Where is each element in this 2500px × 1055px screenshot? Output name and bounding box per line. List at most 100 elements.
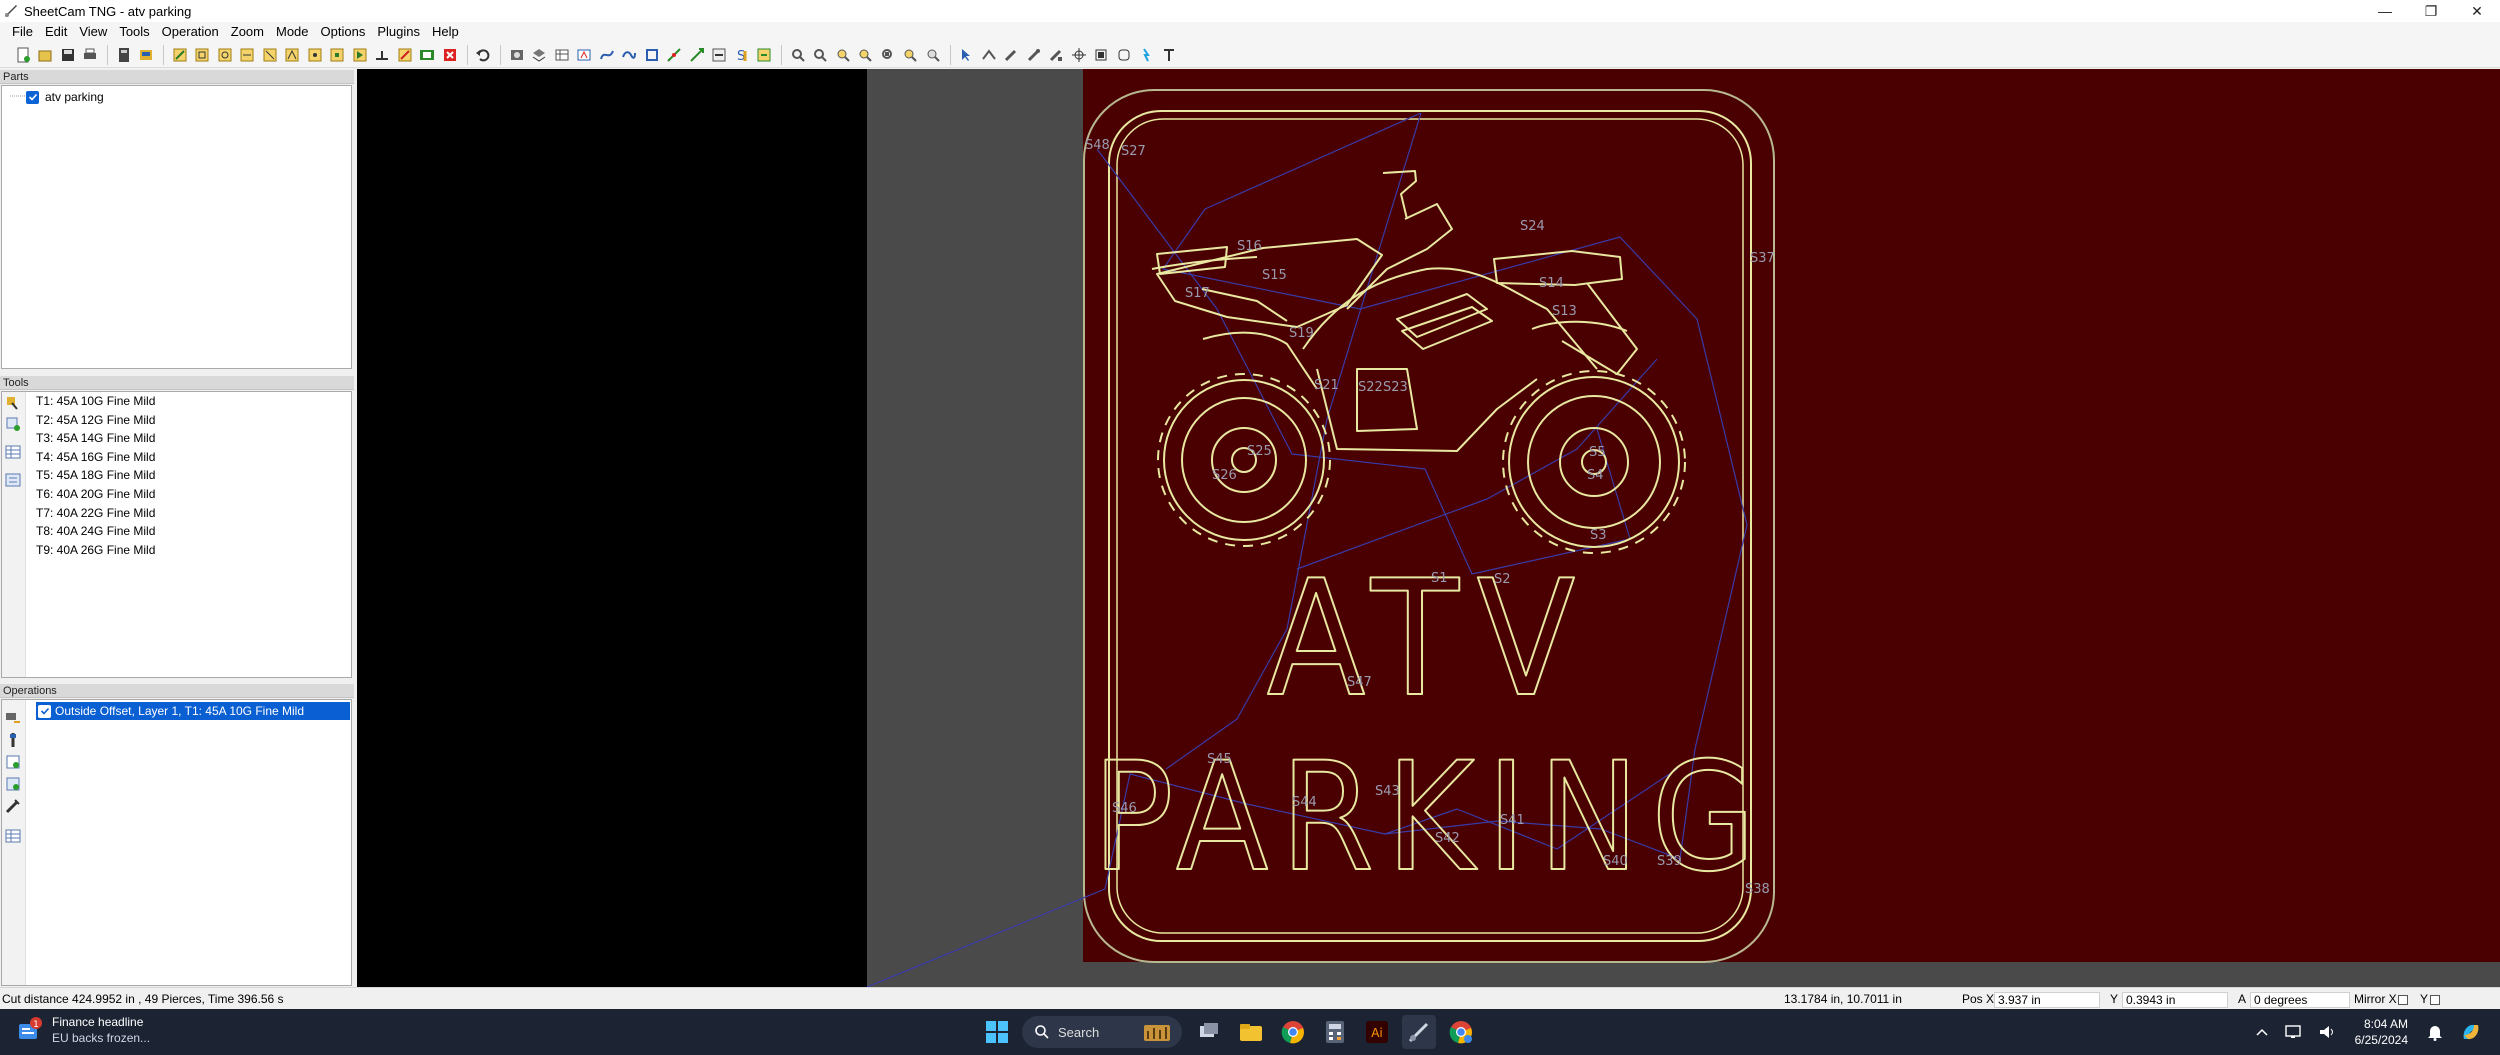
op-outside-side-icon[interactable] [5, 776, 21, 792]
op-delete-icon[interactable] [439, 44, 460, 65]
cad-viewport[interactable]: ATV PARKING S48 S27 S16 S15 S17 S19 S24 … [357, 69, 2500, 987]
news-widget[interactable]: 1 Finance headline EU backs frozen... [16, 1014, 150, 1046]
sheetcam-taskbar-icon[interactable] [1402, 1015, 1436, 1049]
op-tab-icon[interactable] [327, 44, 348, 65]
menu-edit[interactable]: Edit [39, 22, 73, 42]
pos-y-field[interactable]: 0.3943 in [2122, 991, 2228, 1008]
tool-item[interactable]: T3: 45A 14G Fine Mild [36, 429, 155, 447]
menu-mode[interactable]: Mode [270, 22, 315, 42]
zoom-part-icon[interactable] [855, 44, 876, 65]
measure-icon[interactable] [709, 44, 730, 65]
minimize-icon[interactable]: — [2362, 0, 2408, 22]
plasma-icon[interactable] [1136, 44, 1157, 65]
copilot-icon[interactable] [2456, 1015, 2486, 1049]
part-checkbox[interactable] [26, 90, 39, 104]
calculator-app-icon[interactable] [1318, 1015, 1352, 1049]
zoom-window-icon[interactable] [877, 44, 898, 65]
op-table-side-icon[interactable] [5, 828, 21, 844]
tool-item[interactable]: T4: 45A 16G Fine Mild [36, 448, 155, 466]
close-icon[interactable]: ✕ [2454, 0, 2500, 22]
crosshair-icon[interactable] [1068, 44, 1089, 65]
table-icon[interactable] [551, 44, 572, 65]
menu-plugins[interactable]: Plugins [371, 22, 426, 42]
op-pocket-icon[interactable] [237, 44, 258, 65]
op-add-icon[interactable] [5, 710, 21, 726]
shape-icon[interactable] [574, 44, 595, 65]
operation-checkbox[interactable] [38, 704, 51, 718]
op-inside-side-icon[interactable] [5, 754, 21, 770]
path-icon[interactable] [596, 44, 617, 65]
angle-field[interactable]: 0 degrees [2250, 991, 2350, 1008]
lead-in-icon[interactable] [664, 44, 685, 65]
file-explorer-icon[interactable] [1234, 1015, 1268, 1049]
offset-icon[interactable] [641, 44, 662, 65]
start-button[interactable] [980, 1015, 1014, 1049]
op-order-icon[interactable] [417, 44, 438, 65]
op-engrave-icon[interactable] [259, 44, 280, 65]
move-tool-icon[interactable] [978, 44, 999, 65]
operation-item-selected[interactable]: Outside Offset, Layer 1, T1: 45A 10G Fin… [36, 702, 350, 720]
op-outside-icon[interactable] [192, 44, 213, 65]
zoom-all-icon[interactable] [922, 44, 943, 65]
op-tool-side-icon[interactable] [5, 798, 21, 814]
pos-x-field[interactable]: 3.937 in [1994, 991, 2100, 1008]
restore-icon[interactable]: ❐ [2408, 0, 2454, 22]
task-view-icon[interactable] [1192, 1015, 1226, 1049]
calculator-icon[interactable] [113, 44, 134, 65]
zoom-in-icon[interactable] [787, 44, 808, 65]
taskbar-search[interactable]: Search [1022, 1016, 1182, 1048]
frame-icon[interactable] [1091, 44, 1112, 65]
mirror-x-checkbox[interactable] [2398, 994, 2408, 1005]
open-file-icon[interactable] [35, 44, 56, 65]
post-process-icon[interactable] [136, 44, 157, 65]
tool-item[interactable]: T2: 45A 12G Fine Mild [36, 411, 155, 429]
node-edit-icon[interactable] [1113, 44, 1134, 65]
zoom-table-icon[interactable] [900, 44, 921, 65]
nest-icon[interactable] [506, 44, 527, 65]
tool-item[interactable]: T7: 40A 22G Fine Mild [36, 504, 155, 522]
part-item-atv-parking[interactable]: atv parking [26, 89, 104, 105]
op-inside-icon[interactable] [214, 44, 235, 65]
menu-file[interactable]: File [6, 22, 39, 42]
undo-icon[interactable] [473, 44, 494, 65]
menu-view[interactable]: View [73, 22, 113, 42]
op-profile-icon[interactable] [282, 44, 303, 65]
select-cursor-icon[interactable] [956, 44, 977, 65]
op-drill-side-icon[interactable] [5, 732, 21, 748]
scale-tool-icon[interactable] [1046, 44, 1067, 65]
op-lead-icon[interactable] [372, 44, 393, 65]
tool-item[interactable]: T5: 45A 18G Fine Mild [36, 466, 155, 484]
menu-operation[interactable]: Operation [156, 22, 225, 42]
text-tool-icon[interactable] [1158, 44, 1179, 65]
op-start-icon[interactable] [349, 44, 370, 65]
zoom-fit-icon[interactable] [832, 44, 853, 65]
new-file-icon[interactable] [12, 44, 33, 65]
tool-item[interactable]: T6: 40A 20G Fine Mild [36, 485, 155, 503]
spline-icon[interactable] [619, 44, 640, 65]
tray-chevron-up-icon[interactable] [2251, 1015, 2273, 1049]
op-start-point-icon[interactable] [394, 44, 415, 65]
rotate-tool-icon[interactable] [1001, 44, 1022, 65]
volume-icon[interactable] [2315, 1015, 2341, 1049]
s-code-icon[interactable]: S [731, 44, 752, 65]
output-icon[interactable] [754, 44, 775, 65]
tool-plasma-icon[interactable] [5, 395, 21, 411]
menu-options[interactable]: Options [315, 22, 372, 42]
tool-table-icon[interactable] [5, 444, 21, 460]
clock[interactable]: 8:04 AM 6/25/2024 [2355, 1016, 2408, 1048]
menu-help[interactable]: Help [426, 22, 465, 42]
layers-icon[interactable] [529, 44, 550, 65]
chrome-icon[interactable] [1276, 1015, 1310, 1049]
tool-item[interactable]: T9: 40A 26G Fine Mild [36, 541, 155, 559]
mirror-y-checkbox[interactable] [2430, 994, 2440, 1005]
illustrator-icon[interactable]: Ai [1360, 1015, 1394, 1049]
op-drill-icon[interactable] [169, 44, 190, 65]
zoom-out-icon[interactable] [810, 44, 831, 65]
tool-item[interactable]: T1: 45A 10G Fine Mild [36, 392, 155, 410]
save-icon[interactable] [57, 44, 78, 65]
direction-icon[interactable] [686, 44, 707, 65]
mirror-tool-icon[interactable] [1023, 44, 1044, 65]
tool-add-icon[interactable] [5, 416, 21, 432]
print-icon[interactable] [80, 44, 101, 65]
chrome-alt-icon[interactable] [1444, 1015, 1478, 1049]
